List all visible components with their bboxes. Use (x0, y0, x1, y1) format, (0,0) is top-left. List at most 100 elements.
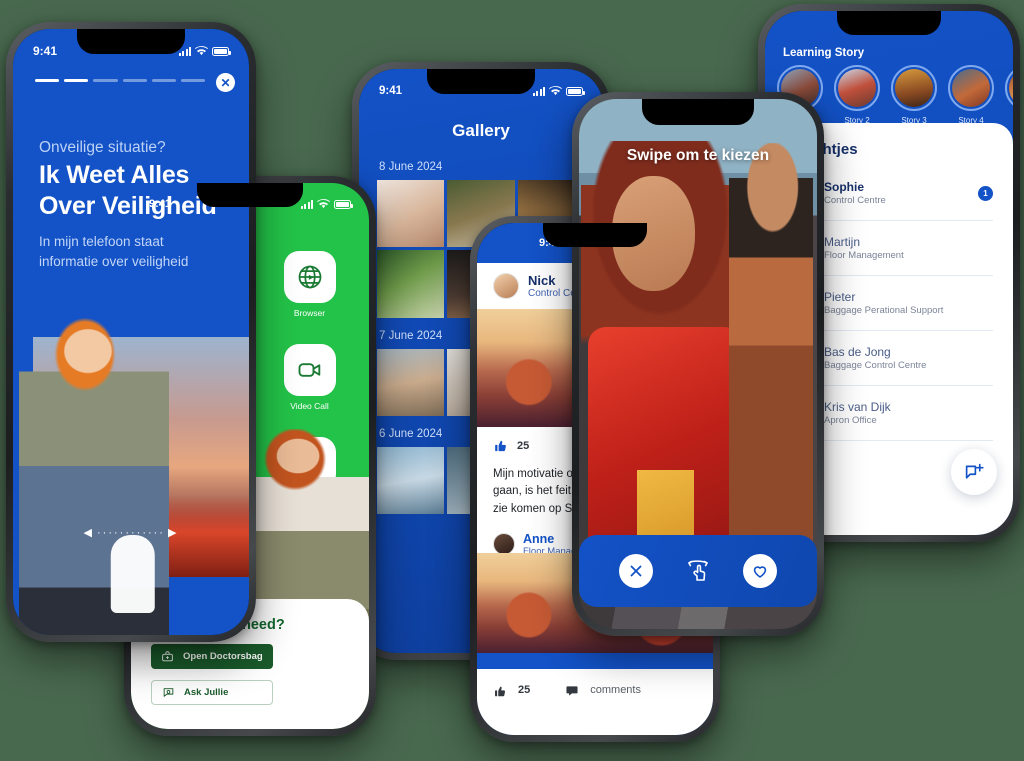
story-illustration: ◀ ············ ▶ (13, 297, 249, 635)
reject-button[interactable] (618, 554, 653, 588)
story-label: Story 5 (1005, 116, 1013, 125)
notch (543, 223, 647, 247)
comment-icon[interactable] (565, 684, 579, 698)
notch (427, 69, 535, 94)
thumbs-up-icon[interactable] (493, 684, 507, 698)
swipe-hint-button[interactable] (684, 555, 712, 588)
contact-role: Control Centre (824, 194, 886, 206)
contact-name: Martijn (824, 235, 861, 250)
phone-safety-story: 9:41 ✕ Onveilige situatie? Ik Weet Alles (6, 22, 256, 642)
like-count: 25 (517, 439, 530, 452)
gallery-photo[interactable] (377, 180, 445, 248)
heart-icon (754, 566, 767, 578)
illustration-woman (581, 141, 753, 583)
progress-segment (93, 79, 118, 82)
cellular-icon (532, 87, 545, 96)
contact-role: Baggage Perational Support (824, 304, 944, 316)
story-subtitle-line1: In mijn telefoon staat (39, 234, 164, 249)
notch (837, 11, 941, 35)
status-icons (300, 199, 353, 209)
story-ring (948, 65, 994, 111)
contact-role: Floor Management (824, 249, 904, 261)
notch (197, 183, 303, 207)
app-tile[interactable] (283, 344, 336, 396)
story-item[interactable]: Story 4 (948, 65, 994, 125)
app-label: Browser (293, 308, 326, 318)
chat-shield-icon (163, 688, 174, 697)
story-progress[interactable] (35, 79, 206, 82)
unread-badge: 1 (978, 185, 993, 201)
contact-name: Bas de Jong (824, 345, 891, 360)
ask-jullie-label: Ask Jullie (184, 687, 229, 698)
open-doctorsbag-label: Open Doctorsbag (183, 651, 263, 662)
notch (77, 29, 185, 54)
battery-icon (212, 47, 231, 56)
status-time: 9:41 (149, 198, 172, 210)
contact-name: Kris van Dijk (824, 400, 891, 415)
thumbs-up-icon[interactable] (493, 438, 508, 453)
cellular-icon (300, 200, 313, 209)
swipe-left-arrow-icon: ◀ (83, 527, 95, 539)
swipe-instruction: Swipe om te kiezen (626, 147, 770, 164)
gallery-photo[interactable] (377, 447, 445, 515)
app-tile[interactable] (283, 251, 336, 303)
phone-mockup-stage: Learning Story Story 1 Story 2 Story 3 S… (0, 0, 1024, 761)
globe-icon (298, 265, 321, 289)
story-item[interactable]: Story 2 (834, 65, 880, 125)
story-ring (1005, 65, 1013, 111)
comments-label[interactable]: comments (590, 684, 641, 696)
swipe-action-bar (579, 535, 817, 607)
story-thumbnail (1009, 69, 1013, 107)
status-time: 9:41 (33, 44, 58, 58)
battery-icon (566, 87, 585, 96)
status-time: 9:41 (379, 85, 403, 97)
phone-swipe-chooser: Swipe om te kiezen (572, 92, 824, 636)
story-thumbnail (952, 69, 990, 107)
notch (642, 99, 754, 125)
story-eyebrow: Onveilige situatie? (39, 139, 166, 156)
progress-segment (122, 79, 147, 82)
gallery-photo[interactable] (377, 348, 445, 417)
close-icon (630, 565, 642, 577)
progress-segment (35, 79, 60, 82)
contact-name: Pieter (824, 290, 856, 305)
story-ring (891, 65, 937, 111)
progress-segment (151, 79, 176, 82)
wifi-icon (195, 46, 208, 56)
app-browser[interactable]: Browser (283, 251, 336, 318)
like-count: 25 (518, 684, 531, 696)
video-camera-icon (298, 363, 320, 377)
app-video-call[interactable]: Video Call (283, 344, 336, 411)
story-subtitle: In mijn telefoon staat informatie over v… (39, 232, 227, 271)
contact-name: Sophie (824, 180, 865, 195)
story-item[interactable]: Story 3 (891, 65, 937, 125)
new-message-button[interactable] (951, 449, 997, 495)
story-subtitle-line2: informatie over veiligheid (39, 253, 189, 269)
battery-icon (334, 200, 353, 209)
avatar (493, 273, 519, 299)
doctorsbag-icon (162, 651, 173, 662)
ask-jullie-button[interactable]: Ask Jullie (151, 680, 273, 705)
wifi-icon (549, 86, 562, 96)
progress-segment (180, 79, 206, 82)
app-label: Video Call (290, 401, 329, 411)
hand-gesture-icon (110, 535, 155, 613)
gallery-title: Gallery (452, 121, 510, 140)
story-thumbnail (838, 69, 876, 107)
swipe-right-arrow-icon: ▶ (167, 527, 179, 539)
contact-role: Apron Office (824, 414, 877, 426)
close-button[interactable]: ✕ (216, 73, 235, 92)
status-icons (178, 46, 231, 56)
new-message-icon (965, 463, 984, 479)
story-ring (834, 65, 880, 111)
gallery-date: 8 June 2024 (379, 161, 443, 173)
illustration-man (729, 143, 813, 583)
learning-story-title: Learning Story (783, 47, 865, 59)
status-icons (532, 86, 585, 96)
story-item[interactable]: Story 5 (1005, 65, 1013, 125)
gallery-photo[interactable] (377, 250, 445, 318)
feed-footer: 25 comments (477, 669, 713, 735)
open-doctorsbag-button[interactable]: Open Doctorsbag (151, 644, 273, 669)
like-button[interactable] (743, 554, 778, 588)
contact-role: Baggage Control Centre (824, 359, 927, 371)
